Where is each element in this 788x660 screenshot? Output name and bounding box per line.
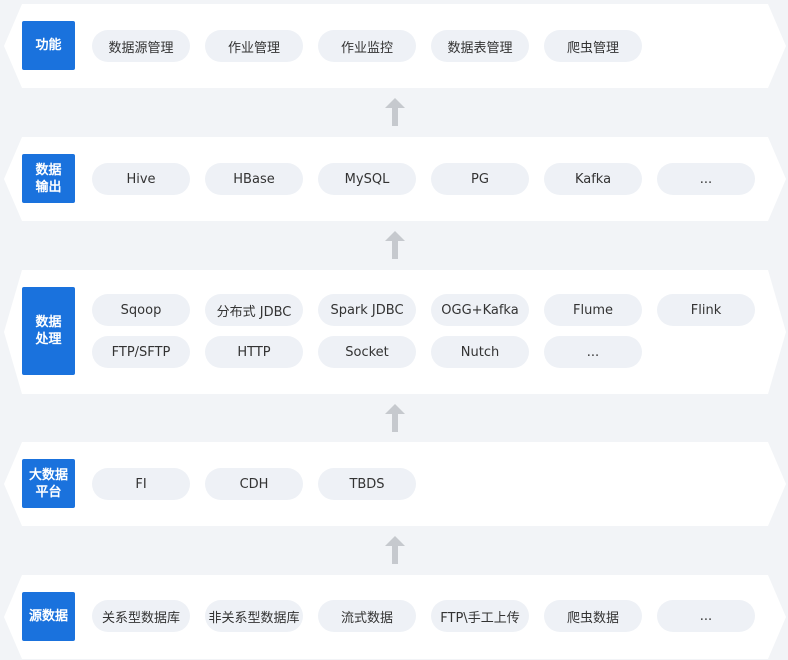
layer-label-line: 平台 <box>35 484 62 500</box>
pill-item: Flume <box>544 294 642 326</box>
pill-item: 爬虫管理 <box>544 30 642 62</box>
pill-item: 数据表管理 <box>431 30 529 62</box>
arrow-up-icon <box>385 536 405 564</box>
layer-label-line: 处理 <box>35 332 62 347</box>
pill-item: 非关系型数据库 <box>205 600 303 632</box>
pill-item: HBase <box>205 163 303 195</box>
layer-label-source-data: 源数据 <box>22 592 75 641</box>
pill-item: ... <box>544 336 642 368</box>
pill-item: 流式数据 <box>318 600 416 632</box>
pill-item: Socket <box>318 336 416 368</box>
pill-item: FI <box>92 468 190 500</box>
layer-data-processing <box>4 270 786 394</box>
pill-item: FTP\手工上传 <box>431 600 529 632</box>
arrow-up-icon <box>385 231 405 259</box>
pill-item: Hive <box>92 163 190 195</box>
layer-label-line: 输出 <box>35 179 62 195</box>
pill-item: 数据源管理 <box>92 30 190 62</box>
pill-item: Sqoop <box>92 294 190 326</box>
arrow-up-icon <box>385 98 405 126</box>
pill-item: OGG+Kafka <box>431 294 529 326</box>
layer-label-line: 数据 <box>35 315 62 330</box>
pill-item: TBDS <box>318 468 416 500</box>
layer-label-line: 源数据 <box>28 609 68 624</box>
layer-label-big-data-platform: 大数据 平台 <box>22 459 75 508</box>
pill-item: Kafka <box>544 163 642 195</box>
layer-label-line: 数据 <box>35 162 62 178</box>
pill-item: 爬虫数据 <box>544 600 642 632</box>
pill-item: 作业监控 <box>318 30 416 62</box>
layer-label-function: 功能 <box>22 21 75 70</box>
pill-item: 关系型数据库 <box>92 600 190 632</box>
pill-item: ... <box>657 163 755 195</box>
layer-label-data-processing: 数据 处理 <box>22 287 75 375</box>
pill-item: Nutch <box>431 336 529 368</box>
layer-label-line: 功能 <box>35 38 62 53</box>
pill-item: MySQL <box>318 163 416 195</box>
pill-item: ... <box>657 600 755 632</box>
pill-item: FTP/SFTP <box>92 336 190 368</box>
pill-item: PG <box>431 163 529 195</box>
pill-item: 作业管理 <box>205 30 303 62</box>
layer-label-line: 大数据 <box>28 467 68 483</box>
arrow-up-icon <box>385 404 405 432</box>
pill-item: Flink <box>657 294 755 326</box>
pill-item: HTTP <box>205 336 303 368</box>
pill-item: Spark JDBC <box>318 294 416 326</box>
pill-item: 分布式 JDBC <box>205 294 303 326</box>
layer-label-data-output: 数据 输出 <box>22 154 75 203</box>
pill-item: CDH <box>205 468 303 500</box>
